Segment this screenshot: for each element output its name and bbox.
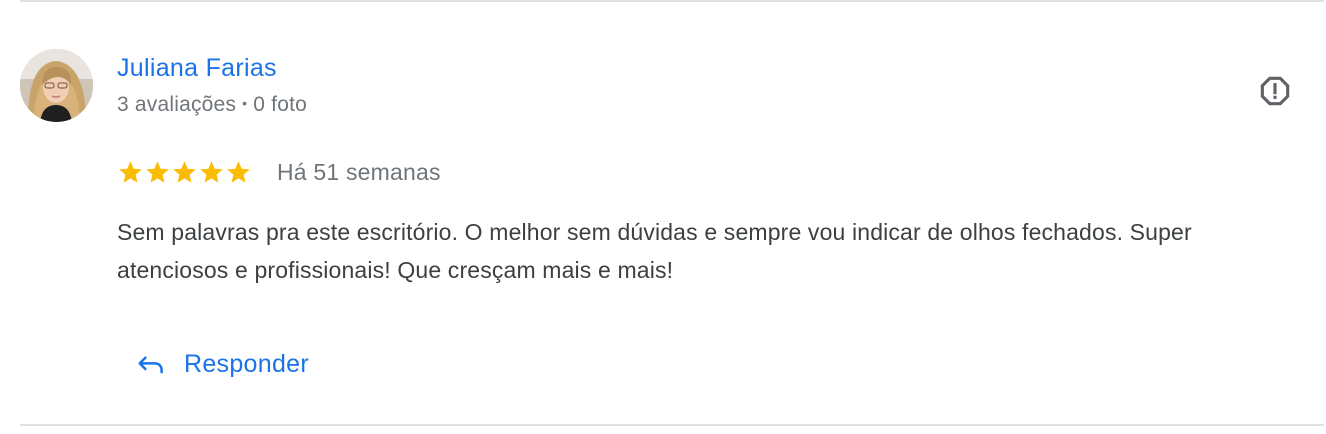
meta-separator: • — [242, 95, 248, 111]
star-icon — [227, 160, 250, 183]
rating-row: Há 51 semanas — [117, 156, 441, 188]
avatar[interactable] — [20, 49, 93, 122]
photos-count: 0 foto — [253, 93, 308, 116]
report-review-button[interactable] — [1254, 70, 1296, 112]
review-date: Há 51 semanas — [277, 158, 441, 185]
reviewer-meta: 3 avaliações • 0 foto — [117, 93, 307, 117]
avatar-photo — [20, 49, 93, 122]
star-icon — [200, 160, 223, 183]
star-icon — [146, 160, 169, 183]
reviewer-name[interactable]: Juliana Farias — [117, 54, 277, 83]
reply-arrow-icon — [138, 356, 163, 374]
star-icon — [173, 160, 196, 183]
divider-top — [20, 0, 1324, 2]
reviews-count: 3 avaliações — [117, 93, 237, 116]
star-rating — [117, 159, 252, 186]
star-icon — [119, 160, 142, 183]
report-flag-icon — [1260, 76, 1290, 106]
reply-label: Responder — [184, 349, 310, 378]
review-text: Sem palavras pra este escritório. O melh… — [117, 219, 1192, 283]
reply-button[interactable]: Responder — [122, 338, 323, 390]
divider-bottom — [20, 424, 1324, 426]
